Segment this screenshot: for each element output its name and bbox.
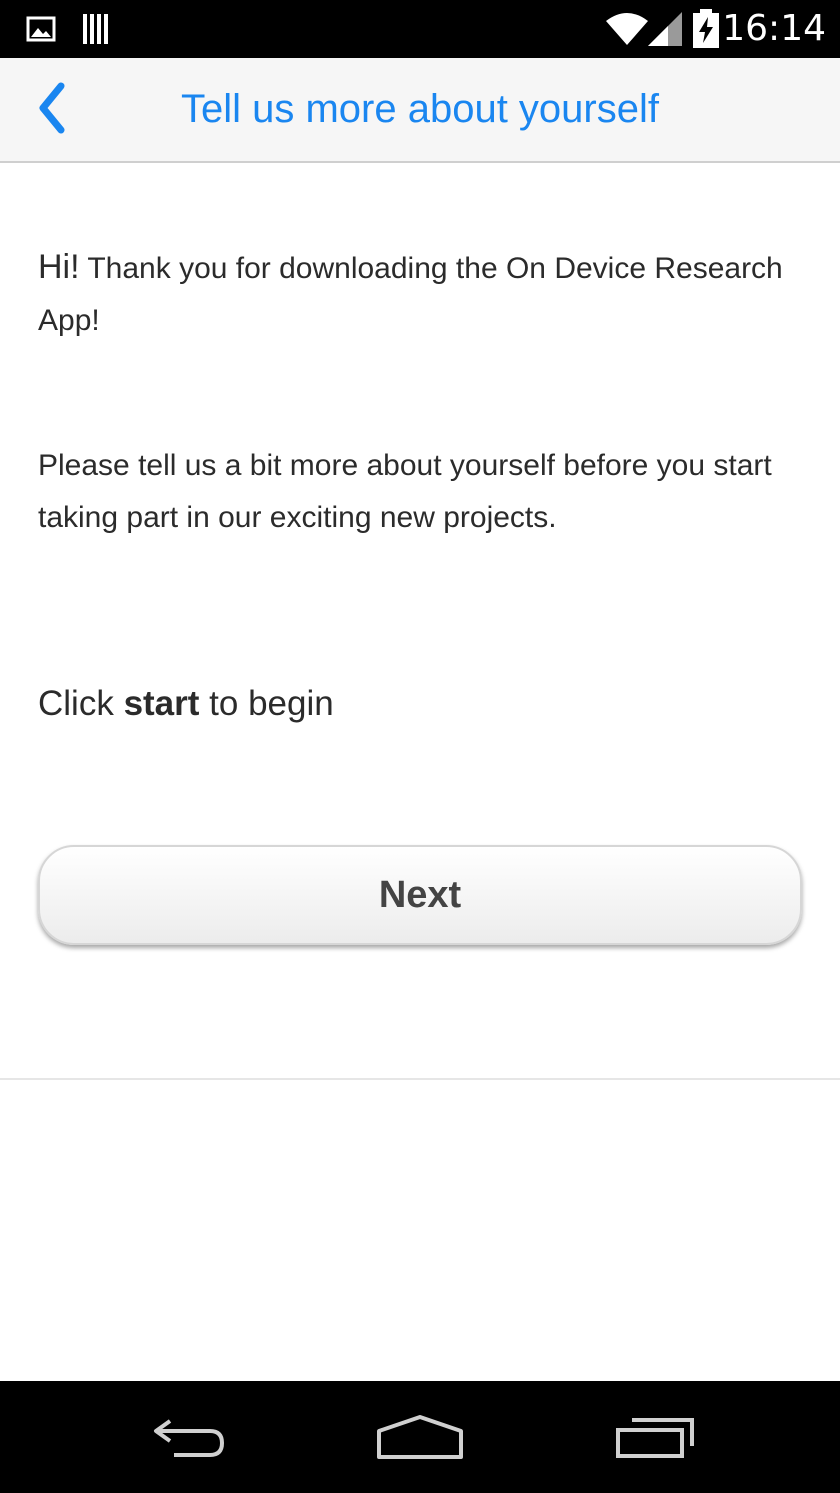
wifi-icon xyxy=(604,0,650,58)
nav-home-button[interactable] xyxy=(370,1409,470,1469)
back-arrow-icon xyxy=(148,1415,228,1464)
barcode-icon xyxy=(82,0,112,58)
nav-recent-apps-button[interactable] xyxy=(606,1409,706,1469)
start-instruction-suffix: to begin xyxy=(199,684,334,723)
status-time: 16:14 xyxy=(722,8,826,49)
battery-charging-icon xyxy=(692,0,720,58)
intro-greeting: Hi! xyxy=(38,248,80,286)
divider xyxy=(0,1078,840,1080)
home-icon xyxy=(375,1413,465,1466)
app-header: Tell us more about yourself xyxy=(0,58,840,163)
navigation-bar xyxy=(0,1381,840,1493)
signal-icon xyxy=(646,0,684,58)
start-instruction-prefix: Click xyxy=(38,684,124,723)
status-bar: 16:14 xyxy=(0,0,840,58)
intro-message: Thank you for downloading the On Device … xyxy=(38,252,783,337)
next-button[interactable]: Next xyxy=(38,845,802,945)
page-title: Tell us more about yourself xyxy=(180,87,659,131)
recent-apps-icon xyxy=(614,1414,698,1465)
instructions-text: Please tell us a bit more about yourself… xyxy=(38,449,772,534)
intro-text: Hi! Thank you for downloading the On Dev… xyxy=(38,241,808,347)
gallery-icon xyxy=(26,0,56,58)
nav-back-button[interactable] xyxy=(138,1409,238,1469)
start-instruction-keyword: start xyxy=(123,684,200,723)
start-instruction: Click start to begin xyxy=(38,679,808,729)
